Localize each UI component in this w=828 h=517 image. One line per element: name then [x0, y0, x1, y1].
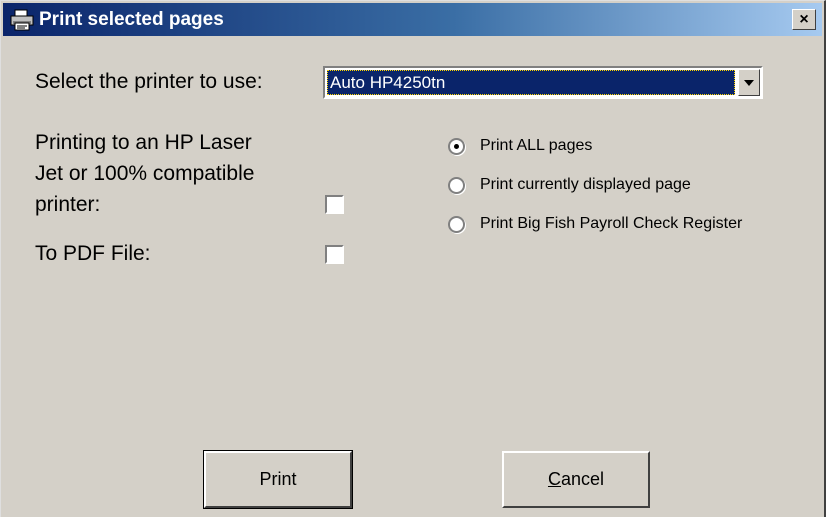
- radio-button[interactable]: [448, 215, 465, 233]
- radio-button[interactable]: [448, 176, 465, 194]
- radio-print-all[interactable]: Print ALL pages: [448, 137, 592, 155]
- cancel-mnemonic: C: [547, 469, 561, 489]
- radio-print-check-register[interactable]: Print Big Fish Payroll Check Register: [448, 215, 742, 233]
- title-bar[interactable]: Print selected pages ×: [3, 3, 822, 36]
- close-icon: ×: [799, 10, 809, 28]
- pdf-file-checkbox[interactable]: [325, 245, 344, 264]
- radio-print-current-page[interactable]: Print currently displayed page: [448, 176, 691, 194]
- dropdown-arrow-button[interactable]: [738, 69, 760, 96]
- printer-icon: [7, 8, 37, 32]
- print-dialog: Print selected pages × Select the printe…: [0, 0, 826, 517]
- radio-selected-dot: [454, 143, 459, 149]
- close-button[interactable]: ×: [792, 9, 816, 30]
- printer-dropdown[interactable]: Auto HP4250tn: [323, 66, 763, 99]
- print-button-label: Print: [259, 469, 297, 489]
- radio-button[interactable]: [448, 137, 465, 155]
- cancel-button-label: Cancel: [548, 469, 604, 490]
- radio-label: Print ALL pages: [480, 137, 593, 154]
- printer-dropdown-value[interactable]: Auto HP4250tn: [327, 70, 735, 95]
- hp-laser-label-line-2: Jet or 100% compatible: [35, 162, 255, 185]
- print-button[interactable]: Print: [203, 450, 353, 509]
- cancel-label-rest: ancel: [560, 469, 605, 489]
- hp-laser-checkbox[interactable]: [325, 195, 344, 214]
- hp-laser-label-line-1: Printing to an HP Laser: [35, 131, 252, 154]
- pdf-file-label: To PDF File:: [35, 242, 151, 265]
- radio-label: Print currently displayed page: [480, 176, 691, 193]
- window-title: Print selected pages: [39, 8, 224, 30]
- radio-label: Print Big Fish Payroll Check Register: [480, 215, 743, 232]
- hp-laser-label-line-3: printer:: [35, 193, 101, 216]
- chevron-down-icon: [744, 79, 754, 86]
- printer-select-label: Select the printer to use:: [35, 70, 263, 93]
- cancel-button[interactable]: Cancel: [502, 451, 650, 508]
